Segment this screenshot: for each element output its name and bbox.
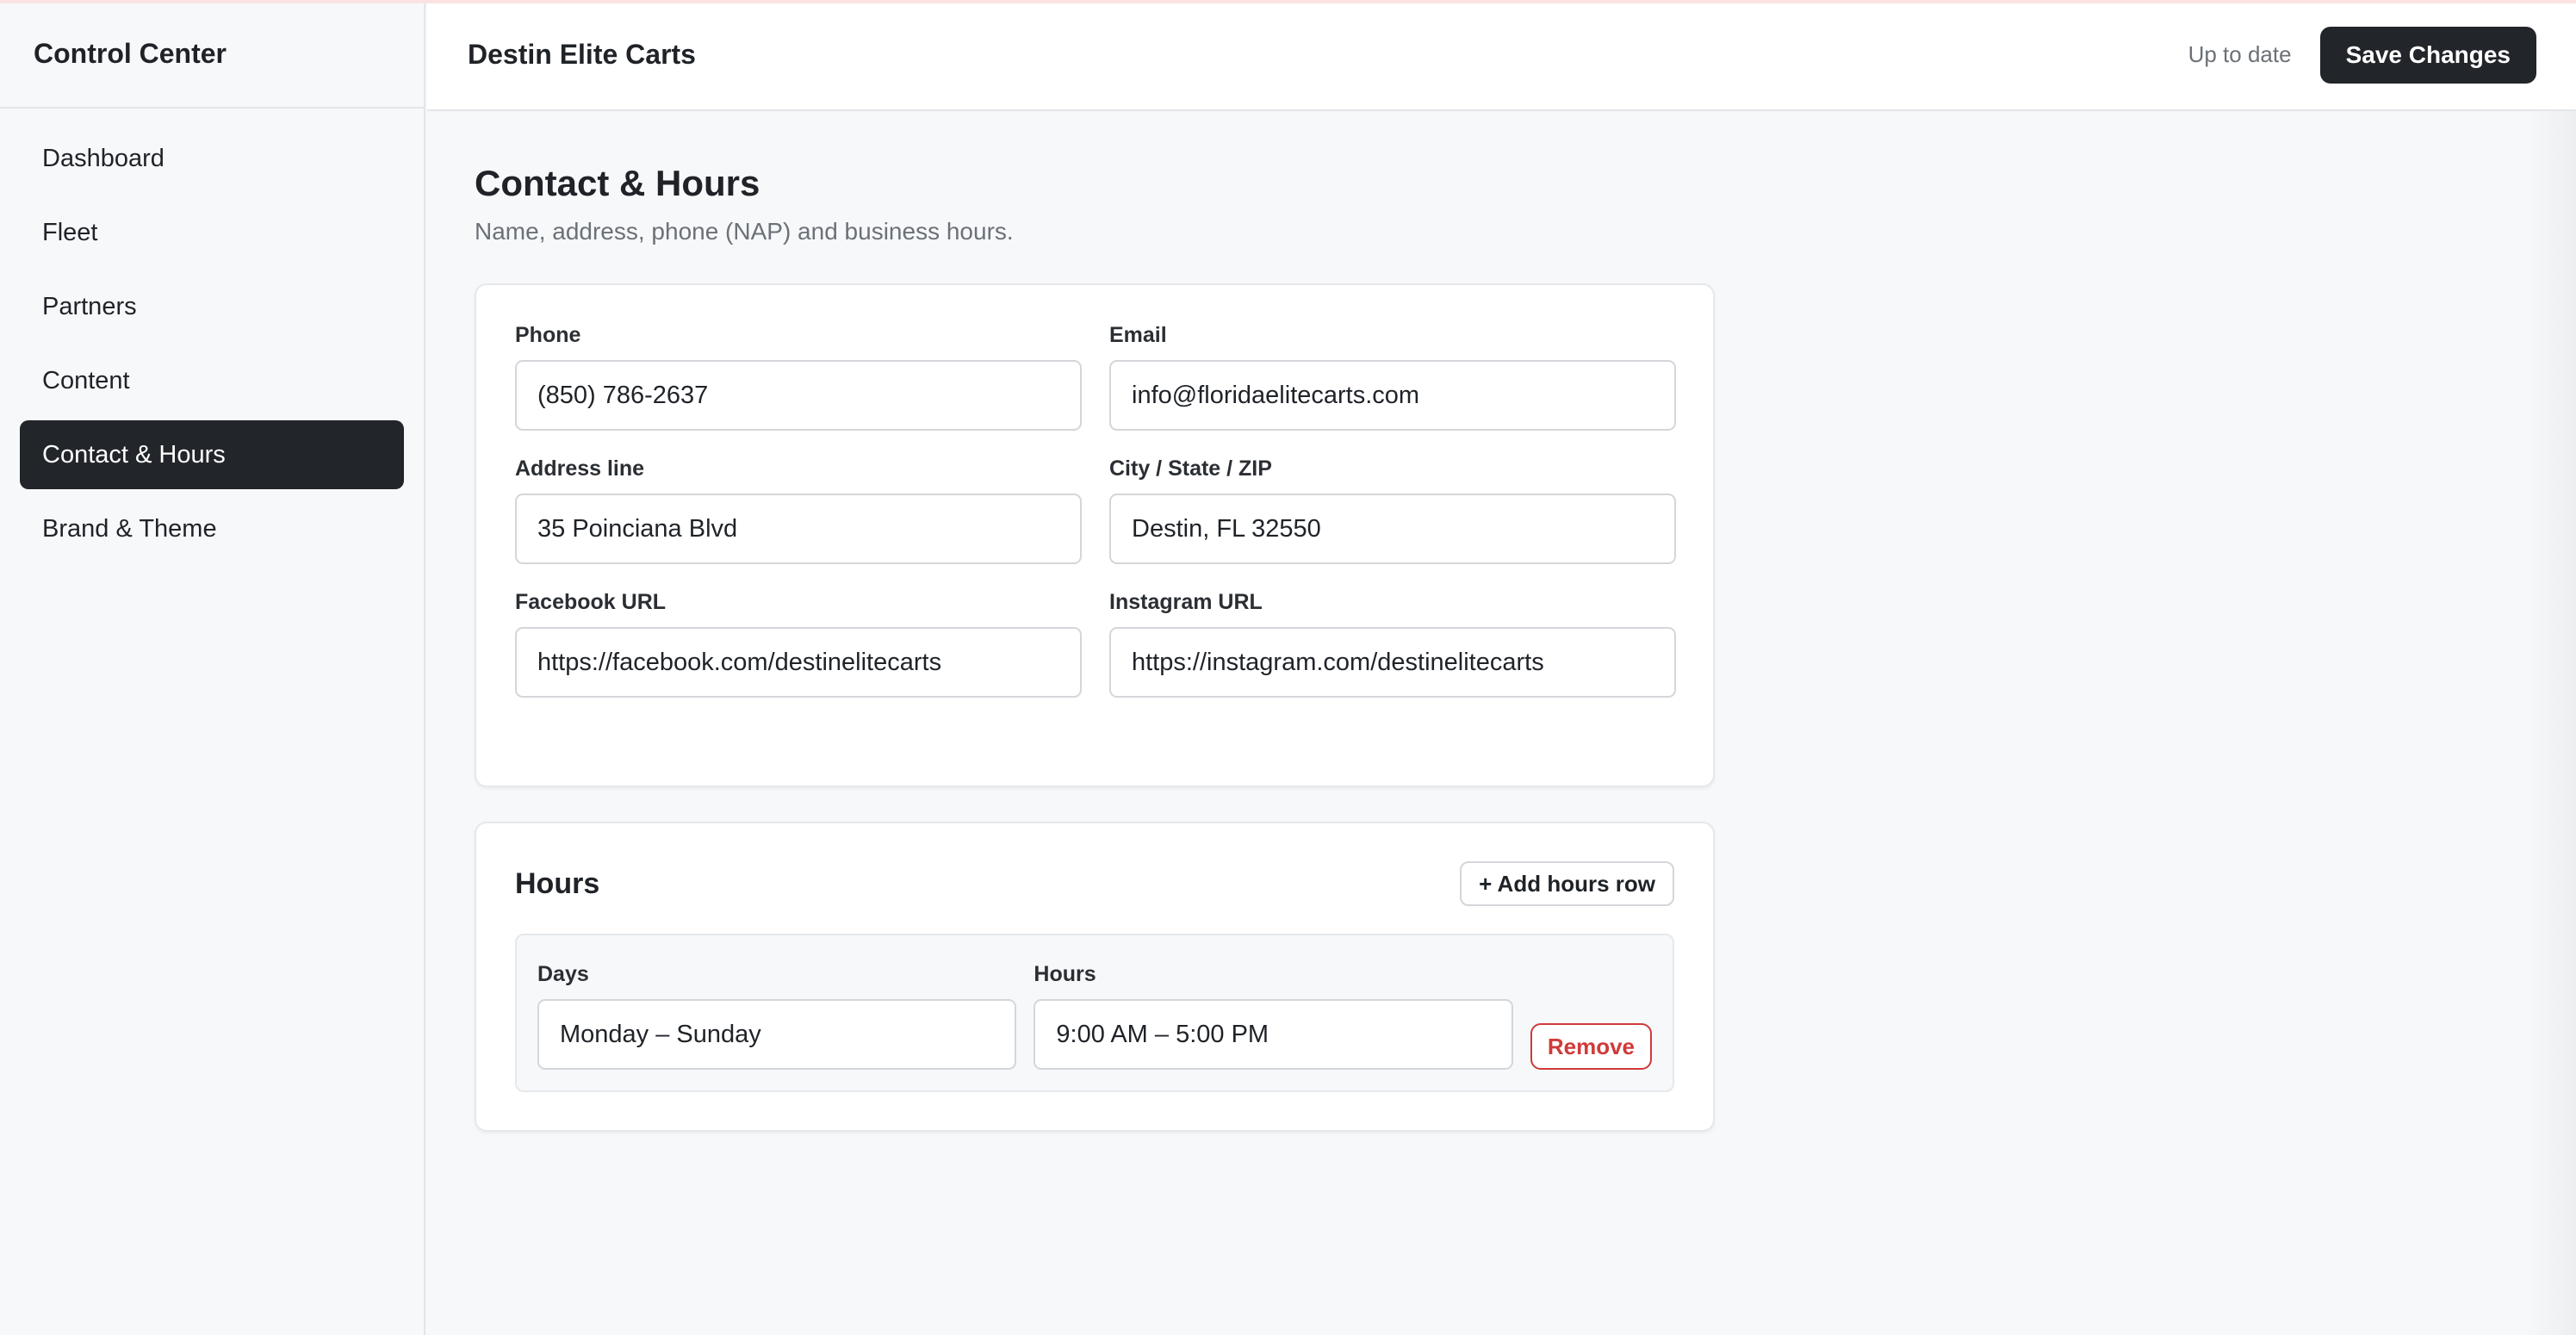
sidebar-item-content[interactable]: Content <box>20 346 404 415</box>
site-name: Destin Elite Carts <box>468 39 696 70</box>
sidebar-item-fleet[interactable]: Fleet <box>20 198 404 267</box>
hours-group: Hours <box>1034 962 1513 1070</box>
facebook-url-label: Facebook URL <box>515 590 667 614</box>
email-input[interactable] <box>1109 360 1676 431</box>
hours-row: Days Hours Remove <box>515 934 1674 1092</box>
email-label: Email <box>1109 323 1167 347</box>
hours-title: Hours <box>515 866 600 900</box>
facebook-group: Facebook URL <box>515 590 1082 698</box>
instagram-group: Instagram URL <box>1109 590 1676 698</box>
sidebar-nav: Dashboard Fleet Partners Content Contact… <box>0 109 424 563</box>
save-status: Up to date <box>2188 41 2292 67</box>
top-accent-line <box>0 0 2576 3</box>
hours-label: Hours <box>1034 962 1096 986</box>
city-state-zip-input[interactable] <box>1109 494 1676 564</box>
sidebar-item-contact-hours[interactable]: Contact & Hours <box>20 420 404 489</box>
main-content: Contact & Hours Name, address, phone (NA… <box>475 111 1715 1132</box>
address-input[interactable] <box>515 494 1082 564</box>
city-group: City / State / ZIP <box>1109 456 1676 564</box>
days-group: Days <box>537 962 1017 1070</box>
sidebar-item-partners[interactable]: Partners <box>20 272 404 341</box>
address-label: Address line <box>515 456 645 481</box>
instagram-url-input[interactable] <box>1109 627 1676 698</box>
contact-card: Phone Email Address line City / State / … <box>475 283 1715 787</box>
address-group: Address line <box>515 456 1082 564</box>
sidebar-item-brand-theme[interactable]: Brand & Theme <box>20 494 404 563</box>
remove-hours-row-button[interactable]: Remove <box>1530 1023 1652 1070</box>
sidebar: Control Center Dashboard Fleet Partners … <box>0 0 425 1335</box>
app-root: Control Center Dashboard Fleet Partners … <box>0 0 2576 1335</box>
hours-input[interactable] <box>1034 999 1513 1070</box>
phone-input[interactable] <box>515 360 1082 431</box>
contact-grid: Phone Email Address line City / State / … <box>515 323 1676 698</box>
email-group: Email <box>1109 323 1676 431</box>
sidebar-item-dashboard[interactable]: Dashboard <box>20 124 404 193</box>
hours-card: Hours + Add hours row Days Hours Remove <box>475 822 1715 1132</box>
save-changes-button[interactable]: Save Changes <box>2319 26 2536 84</box>
add-hours-row-button[interactable]: + Add hours row <box>1460 861 1674 906</box>
sidebar-header: Control Center <box>0 0 424 109</box>
page-subtitle: Name, address, phone (NAP) and business … <box>475 218 1014 245</box>
instagram-url-label: Instagram URL <box>1109 590 1263 614</box>
app-title: Control Center <box>34 37 227 69</box>
days-label: Days <box>537 962 589 986</box>
phone-group: Phone <box>515 323 1082 431</box>
top-header: Destin Elite Carts Up to date Save Chang… <box>427 0 2576 111</box>
facebook-url-input[interactable] <box>515 627 1082 698</box>
right-edge-shade <box>2524 111 2576 1335</box>
hours-header: Hours + Add hours row <box>515 861 1674 906</box>
page-title: Contact & Hours <box>475 163 760 203</box>
city-state-zip-label: City / State / ZIP <box>1109 456 1272 481</box>
phone-label: Phone <box>515 323 581 347</box>
days-input[interactable] <box>537 999 1017 1070</box>
